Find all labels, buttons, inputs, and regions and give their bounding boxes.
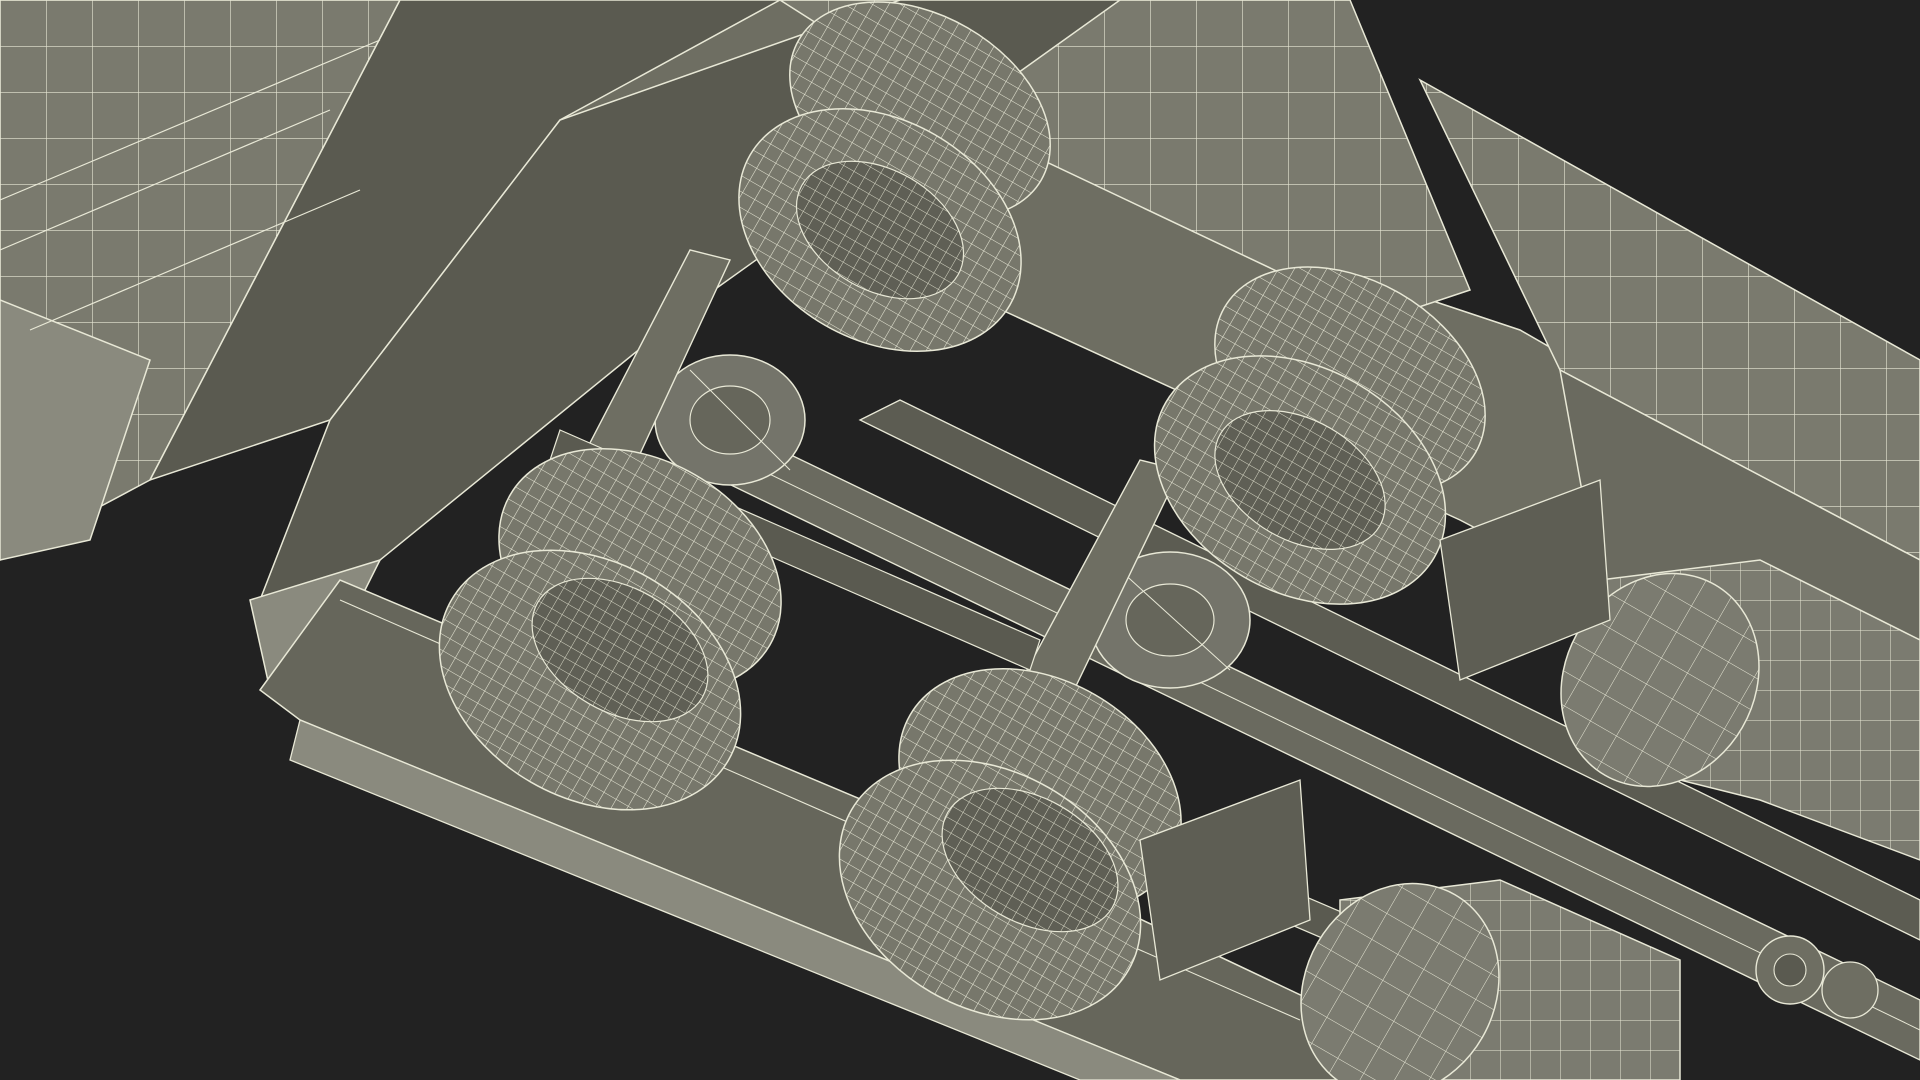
- wireframe-render: [0, 0, 1920, 1080]
